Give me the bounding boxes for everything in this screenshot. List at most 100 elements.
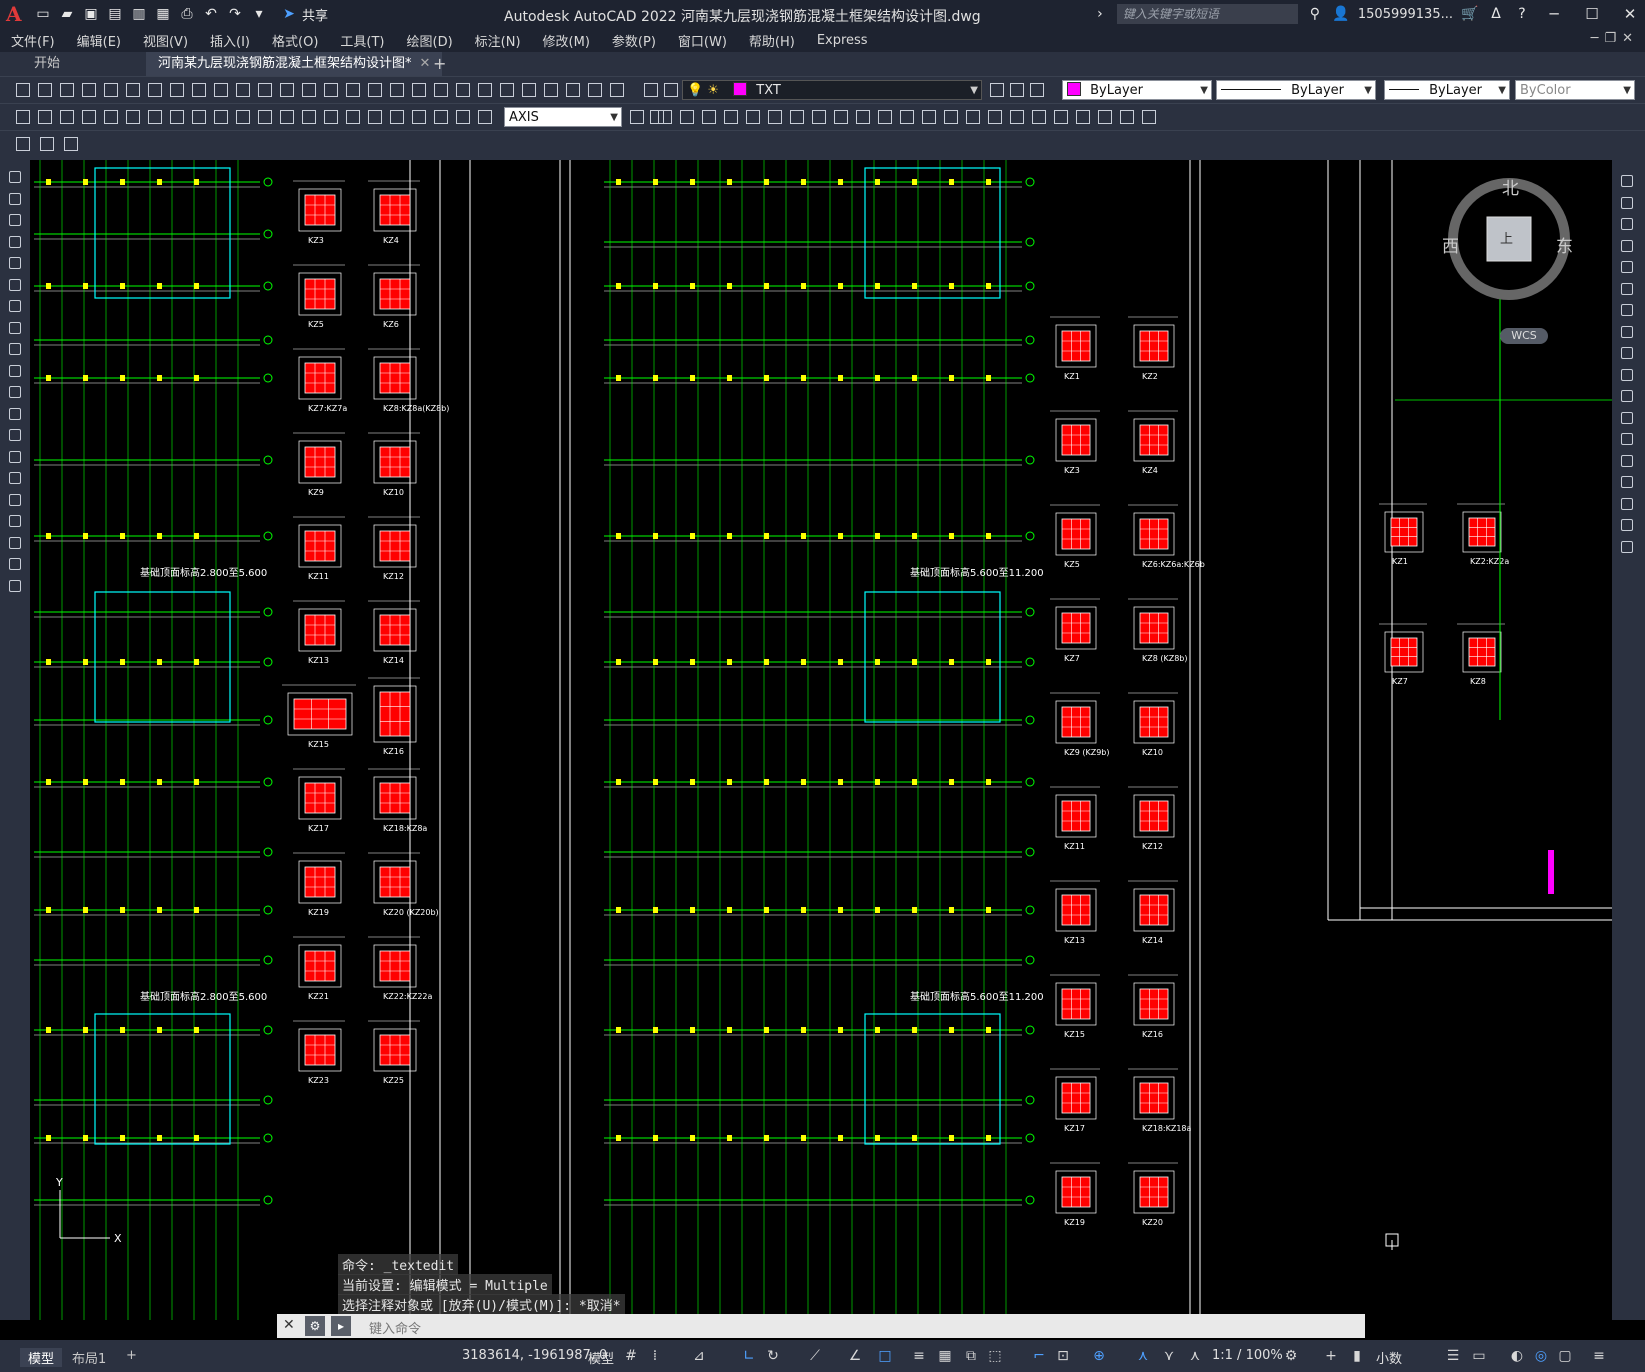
selection-cycling-icon[interactable]: ⧉ (962, 1347, 980, 1365)
linetype-combo[interactable]: ByLayer ▼ (1216, 80, 1376, 100)
toolbar-tool-icon[interactable] (6, 469, 24, 487)
user-account-menu[interactable]: 1505999135... (1358, 7, 1453, 22)
toolbar-tool-icon[interactable] (36, 108, 54, 126)
annotation-monitor-icon[interactable]: + (1322, 1347, 1340, 1365)
toolbar-tool-icon[interactable] (6, 577, 24, 595)
units-value[interactable]: 小数 (1376, 1348, 1402, 1367)
3d-osnap-icon[interactable]: ⬚ (986, 1347, 1004, 1365)
dynamic-ucs-icon[interactable]: ⌐ (1030, 1347, 1048, 1365)
lineweight-combo[interactable]: ByLayer ▼ (1384, 80, 1510, 100)
toolbar-tool-icon[interactable] (256, 81, 274, 99)
menu-view[interactable]: 视图(V) (132, 31, 199, 50)
toolbar-tool-icon[interactable] (278, 81, 296, 99)
toolbar-tool-icon[interactable] (1618, 215, 1636, 233)
toolbar-tool-icon[interactable] (6, 534, 24, 552)
menu-insert[interactable]: 插入(I) (199, 31, 261, 50)
viewcube-top-face[interactable]: 上 (1500, 228, 1513, 247)
toolbar-tool-icon[interactable] (1030, 108, 1048, 126)
workspace-gear-icon[interactable]: ⚙ (1282, 1347, 1300, 1365)
toolbar-tool-icon[interactable] (1618, 301, 1636, 319)
search-icon[interactable]: ⚲ (1306, 5, 1324, 23)
viewcube-north[interactable]: 北 (1502, 174, 1519, 199)
menu-help[interactable]: 帮助(H) (738, 31, 806, 50)
tab-close-icon[interactable]: ✕ (420, 56, 431, 71)
infer-constraints-icon[interactable]: ⊿ (690, 1347, 708, 1365)
help-icon[interactable]: ? (1513, 5, 1531, 23)
command-input[interactable]: 键入命令 (369, 1318, 421, 1337)
model-space-button[interactable]: 模型 (588, 1348, 614, 1367)
toolbar-tool-icon[interactable] (366, 108, 384, 126)
expand-search-icon[interactable]: › (1091, 5, 1109, 23)
auto-scale-icon[interactable]: ⋎ (1160, 1347, 1178, 1365)
menu-dimension[interactable]: 标注(N) (464, 31, 532, 50)
save-web-icon[interactable]: ▦ (154, 5, 172, 23)
toolbar-tool-icon[interactable] (520, 81, 538, 99)
tab-start[interactable]: 开始 (22, 52, 72, 76)
object-snap-tracking-icon[interactable]: ∠ (846, 1347, 864, 1365)
toolbar-tool-icon[interactable] (942, 108, 960, 126)
toolbar-tool-icon[interactable] (366, 81, 384, 99)
toolbar-tool-icon[interactable] (1618, 473, 1636, 491)
open-web-icon[interactable]: ▥ (130, 5, 148, 23)
toolbar-tool-icon[interactable] (454, 81, 472, 99)
toolbar-tool-icon[interactable] (6, 276, 24, 294)
annotation-scale-icon[interactable]: ⋏ (1186, 1347, 1204, 1365)
toolbar-tool-icon[interactable] (608, 81, 626, 99)
toolbar-tool-icon[interactable] (432, 108, 450, 126)
quick-properties-icon[interactable]: ☰ (1444, 1347, 1462, 1365)
plot-icon[interactable]: ⎙ (178, 5, 196, 23)
toolbar-tool-icon[interactable] (190, 81, 208, 99)
command-line[interactable]: ✕ ⚙ ▸ 键入命令 (277, 1314, 1365, 1338)
toolbar-tool-icon[interactable] (6, 319, 24, 337)
toolbar-tool-icon[interactable] (1140, 108, 1158, 126)
annotation-visibility-icon[interactable]: ⋏ (1134, 1347, 1152, 1365)
menu-file[interactable]: 文件(F) (0, 31, 66, 50)
toolbar-tool-icon[interactable] (832, 108, 850, 126)
toolbar-tool-icon[interactable] (14, 81, 32, 99)
toolbar-tool-icon[interactable] (62, 135, 80, 153)
toolbar-tool-icon[interactable] (6, 297, 24, 315)
toolbar-tool-icon[interactable] (700, 108, 718, 126)
toolbar-tool-icon[interactable] (6, 491, 24, 509)
toolbar-tool-icon[interactable] (744, 108, 762, 126)
toolbar-tool-icon[interactable] (102, 81, 120, 99)
toolbar-tool-icon[interactable] (6, 362, 24, 380)
close-command-line-icon[interactable]: ✕ (283, 1317, 295, 1333)
isodraft-icon[interactable]: ⟋ (806, 1347, 824, 1365)
menu-format[interactable]: 格式(O) (261, 31, 329, 50)
toolbar-tool-icon[interactable] (586, 81, 604, 99)
toolbar-tool-icon[interactable] (300, 108, 318, 126)
transparency-icon[interactable]: ▦ (936, 1347, 954, 1365)
cart-icon[interactable]: 🛒 (1461, 5, 1479, 23)
toolbar-tool-icon[interactable] (190, 108, 208, 126)
menu-window[interactable]: 窗口(W) (667, 31, 738, 50)
toolbar-tool-icon[interactable] (1096, 108, 1114, 126)
toolbar-tool-icon[interactable] (234, 108, 252, 126)
toolbar-tool-icon[interactable] (278, 108, 296, 126)
toolbar-tool-icon[interactable] (6, 448, 24, 466)
toolbar-tool-icon[interactable] (300, 81, 318, 99)
new-tab-icon[interactable]: + (433, 52, 446, 76)
toolbar-tool-icon[interactable] (1618, 323, 1636, 341)
selection-filter-icon[interactable]: ⊡ (1054, 1347, 1072, 1365)
toolbar-tool-icon[interactable] (234, 81, 252, 99)
toolbar-tool-icon[interactable] (542, 81, 560, 99)
customize-icon[interactable]: ▾ (250, 5, 268, 23)
toolbar-tool-icon[interactable] (212, 108, 230, 126)
toolbar-tool-icon[interactable] (988, 81, 1006, 99)
toolbar-tool-icon[interactable] (1618, 538, 1636, 556)
toolbar-tool-icon[interactable] (1052, 108, 1070, 126)
toolbar-tool-icon[interactable] (1618, 172, 1636, 190)
toolbar-tool-icon[interactable] (476, 108, 494, 126)
toolbar-tool-icon[interactable] (1618, 495, 1636, 513)
toolbar-tool-icon[interactable] (6, 512, 24, 530)
color-combo[interactable]: ByLayer ▼ (1062, 80, 1212, 100)
toolbar-tool-icon[interactable] (1008, 81, 1026, 99)
toolbar-tool-icon[interactable] (788, 108, 806, 126)
share-button[interactable]: ➤ 共享 (280, 5, 328, 24)
new-icon[interactable]: ▭ (34, 5, 52, 23)
minimize-button[interactable]: ─ (1539, 5, 1569, 23)
undo-icon[interactable]: ↶ (202, 5, 220, 23)
toolbar-tool-icon[interactable] (36, 81, 54, 99)
toolbar-tool-icon[interactable] (14, 108, 32, 126)
